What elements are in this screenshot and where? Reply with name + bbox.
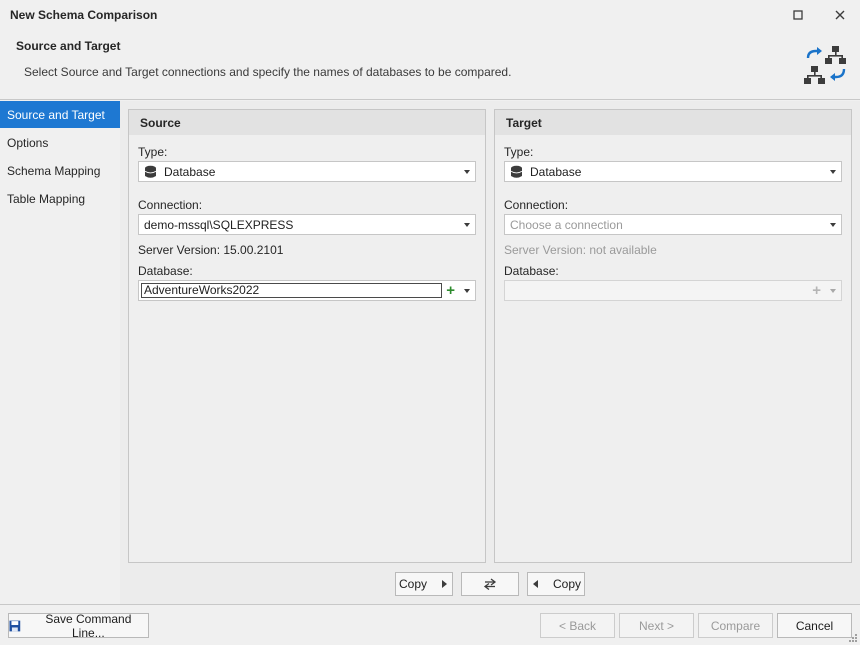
save-command-line-label: Save Command Line... (45, 611, 132, 640)
source-panel-title: Source (129, 110, 485, 135)
source-panel: Source Type: Database Connection: demo-m… (128, 109, 486, 563)
wizard-footer: Save Command Line... < Back Next > Compa… (0, 604, 860, 645)
database-icon (510, 165, 523, 178)
target-type-value: Database (530, 165, 582, 179)
save-icon (9, 620, 21, 631)
back-button[interactable]: < Back (540, 613, 615, 638)
swap-arrows-icon (483, 578, 497, 590)
schema-compare-icon (804, 46, 846, 84)
chevron-down-icon[interactable] (464, 223, 470, 227)
maximize-icon (793, 10, 803, 20)
source-database-combo[interactable]: AdventureWorks2022 + (138, 280, 476, 301)
target-panel-title: Target (495, 110, 851, 135)
target-type-label: Type: (504, 145, 534, 159)
copy-to-target-button[interactable]: Copy (395, 572, 453, 596)
page-description: Select Source and Target connections and… (24, 65, 512, 79)
page-title: Source and Target (16, 39, 121, 53)
target-connection-select[interactable]: Choose a connection (504, 214, 842, 235)
target-server-version: Server Version: not available (504, 243, 657, 257)
chevron-down-icon[interactable] (830, 170, 836, 174)
close-button[interactable] (826, 4, 854, 26)
chevron-down-icon[interactable] (464, 170, 470, 174)
source-type-label: Type: (138, 145, 168, 159)
target-database-label: Database: (504, 264, 559, 278)
copy-to-source-button[interactable]: Copy (527, 572, 585, 596)
wizard-header: Source and Target Select Source and Targ… (0, 30, 860, 100)
source-type-value: Database (164, 165, 216, 179)
source-connection-select[interactable]: demo-mssql\SQLEXPRESS (138, 214, 476, 235)
title-bar: New Schema Comparison (0, 0, 860, 30)
cancel-button[interactable]: Cancel (777, 613, 852, 638)
database-icon (144, 165, 157, 178)
chevron-down-icon (830, 289, 836, 293)
source-connection-value: demo-mssql\SQLEXPRESS (144, 218, 294, 232)
target-panel: Target Type: Database Connection: Choose… (494, 109, 852, 563)
window-title: New Schema Comparison (10, 8, 158, 22)
sidebar-item-table-mapping[interactable]: Table Mapping (0, 185, 120, 212)
copy-to-source-label: Copy (552, 577, 581, 591)
sidebar-item-schema-mapping[interactable]: Schema Mapping (0, 157, 120, 184)
source-type-select[interactable]: Database (138, 161, 476, 182)
swap-button[interactable] (461, 572, 519, 596)
target-database-combo: + (504, 280, 842, 301)
target-connection-placeholder: Choose a connection (510, 218, 623, 232)
save-command-line-button[interactable]: Save Command Line... (8, 611, 149, 640)
chevron-down-icon[interactable] (464, 289, 470, 293)
target-connection-label: Connection: (504, 198, 569, 212)
resize-grip-icon[interactable] (848, 633, 858, 643)
source-server-version: Server Version: 15.00.2101 (138, 243, 284, 257)
arrow-right-icon (442, 580, 447, 588)
chevron-down-icon[interactable] (830, 223, 836, 227)
sidebar-item-source-and-target[interactable]: Source and Target (0, 101, 120, 128)
arrow-left-icon (532, 580, 538, 588)
add-database-icon[interactable]: + (446, 282, 455, 299)
target-type-select[interactable]: Database (504, 161, 842, 182)
maximize-button[interactable] (784, 4, 812, 26)
copy-to-target-label: Copy (398, 577, 427, 591)
source-connection-label: Connection: (138, 198, 203, 212)
close-icon (835, 10, 845, 20)
wizard-content: Source Type: Database Connection: demo-m… (120, 101, 860, 604)
wizard-sidebar: Source and Target Options Schema Mapping… (0, 101, 120, 604)
sidebar-item-options[interactable]: Options (0, 129, 120, 156)
compare-button[interactable]: Compare (698, 613, 773, 638)
source-database-label: Database: (138, 264, 193, 278)
add-database-icon: + (812, 282, 821, 299)
source-database-input[interactable]: AdventureWorks2022 (141, 283, 442, 298)
next-button[interactable]: Next > (619, 613, 694, 638)
